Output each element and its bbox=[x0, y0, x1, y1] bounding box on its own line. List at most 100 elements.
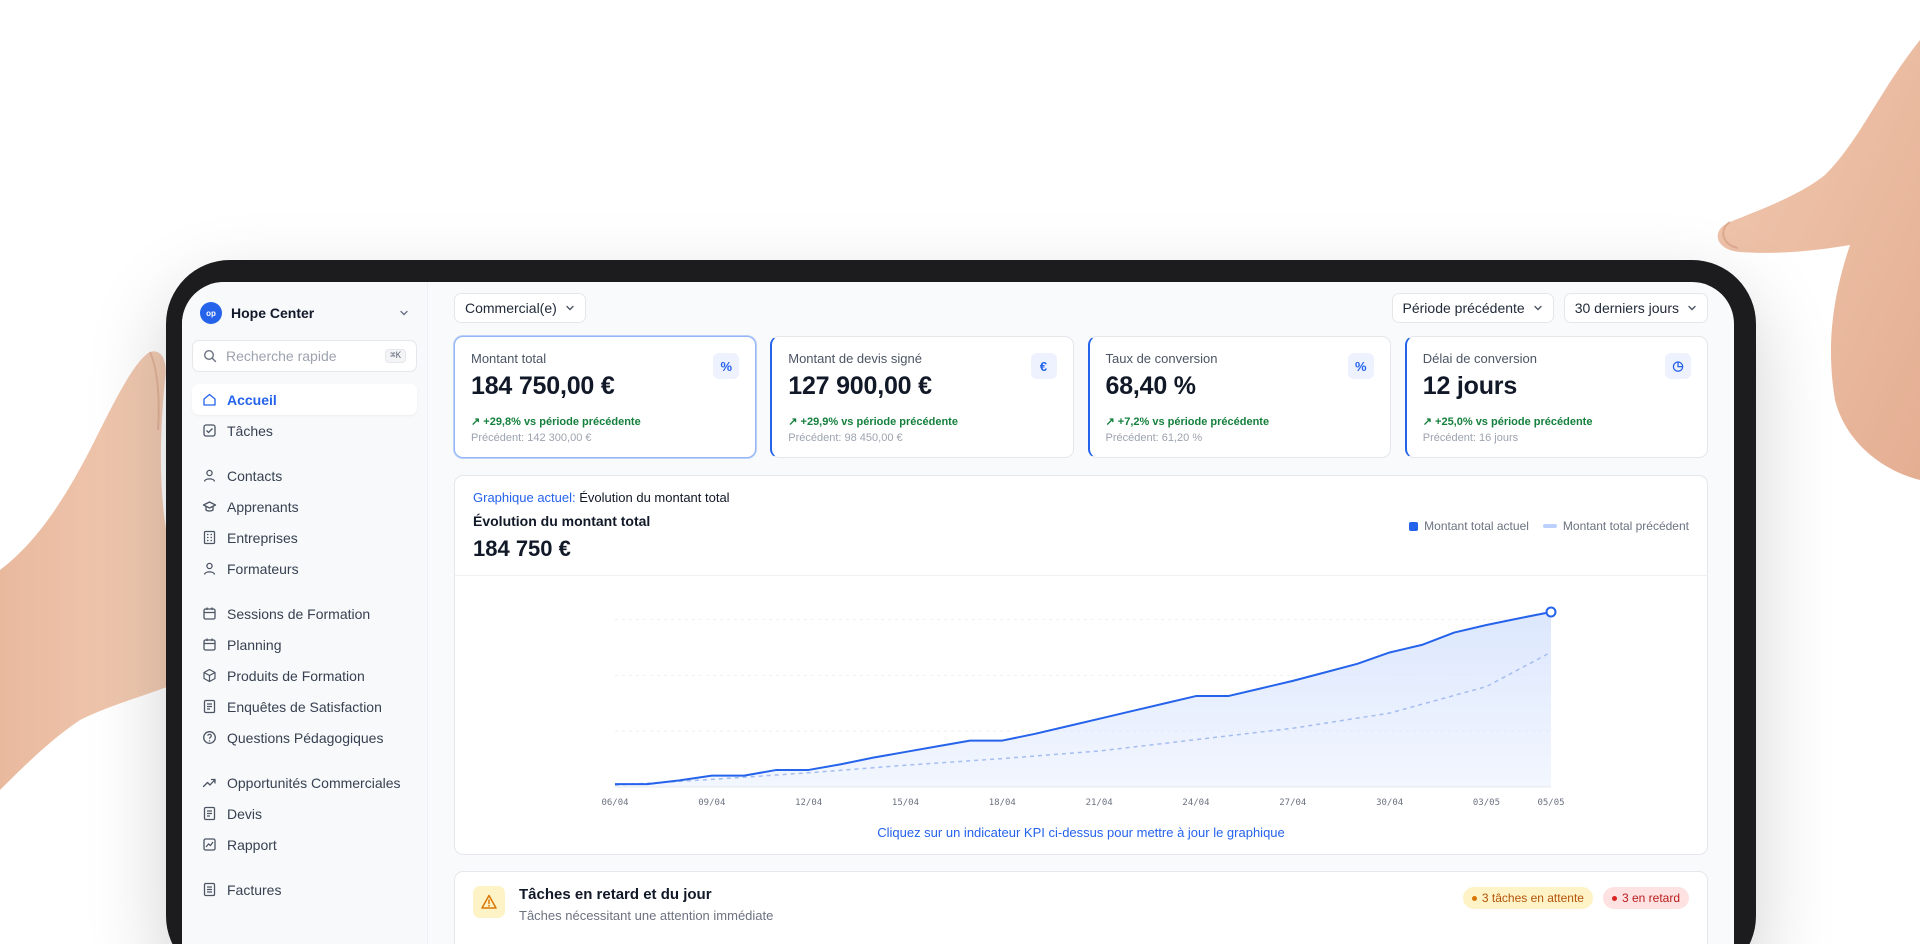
kpi-card[interactable]: Délai de conversion 12 jours ↗ +25,0% vs p… bbox=[1404, 336, 1708, 458]
document-icon bbox=[203, 806, 216, 821]
sidebar-item-label: Factures bbox=[227, 881, 282, 898]
date-range-dropdown[interactable]: 30 derniers jours bbox=[1563, 293, 1708, 323]
legend-label-current: Montant total actuel bbox=[1424, 519, 1529, 533]
sidebar-item-taches[interactable]: Tâches bbox=[192, 415, 417, 446]
compare-period-label: Période précédente bbox=[1402, 300, 1525, 316]
invoice-icon bbox=[203, 882, 216, 897]
sidebar-item-contacts[interactable]: Contacts bbox=[192, 460, 417, 491]
kpi-delta: ↗ +29,8% vs période précédente bbox=[471, 416, 641, 428]
kpi-previous: Précédent: 142 300,00 € bbox=[471, 432, 592, 444]
sidebar-item-opportunites-commerciales[interactable]: Opportunités Commerciales bbox=[192, 767, 417, 798]
x-tick-label: 30/04 bbox=[1376, 798, 1403, 808]
sidebar-item-entreprises[interactable]: Entreprises bbox=[192, 522, 417, 553]
sidebar-item-label: Tâches bbox=[227, 422, 273, 439]
kpi-value: 68,40 % bbox=[1105, 372, 1197, 400]
clock-icon: ◷ bbox=[1665, 353, 1691, 379]
sidebar-item-formateurs[interactable]: Formateurs bbox=[192, 553, 417, 584]
search-shortcut: ⌘K bbox=[385, 349, 406, 363]
sidebar-item-label: Devis bbox=[227, 805, 263, 822]
chart-hint[interactable]: Cliquez sur un indicateur KPI ci-dessus … bbox=[455, 825, 1707, 840]
main-content: Commercial(e) Période précédente 30 dern… bbox=[428, 282, 1734, 944]
line-chart-icon bbox=[203, 838, 216, 851]
app-screen: op Hope Center Recherche rapide ⌘K Accue… bbox=[182, 282, 1734, 944]
kpi-value: 127 900,00 € bbox=[788, 372, 932, 400]
org-name: Hope Center bbox=[231, 305, 315, 321]
sidebar-item-planning[interactable]: Planning bbox=[192, 629, 417, 660]
chevron-down-icon bbox=[1534, 305, 1542, 311]
x-tick-label: 21/04 bbox=[1086, 798, 1113, 808]
kpi-row: Montant total 184 750,00 € ↗ +29,8% vs pér… bbox=[454, 336, 1708, 458]
kpi-previous: Précédent: 16 jours bbox=[1422, 432, 1519, 444]
sidebar-item-questions-pedagogiques[interactable]: Questions Pédagogiques bbox=[192, 722, 417, 753]
sidebar-item-factures[interactable]: Factures bbox=[192, 874, 417, 905]
search-input[interactable]: Recherche rapide bbox=[226, 348, 385, 364]
graduation-cap-icon bbox=[202, 501, 217, 512]
user-icon bbox=[203, 469, 216, 482]
sidebar-item-label: Sessions de Formation bbox=[227, 605, 371, 622]
commercial-filter-dropdown[interactable]: Commercial(e) bbox=[454, 293, 586, 323]
sidebar-nav: Accueil Tâches Contacts Apprenants Entrepris… bbox=[192, 384, 417, 905]
x-tick-label: 18/04 bbox=[989, 798, 1016, 808]
kpi-card[interactable]: Montant total 184 750,00 € ↗ +29,8% vs pér… bbox=[454, 336, 757, 458]
current-chart-line: Graphique actuel: Évolution du montant t… bbox=[473, 490, 1689, 505]
chart-card: Graphique actuel: Évolution du montant t… bbox=[454, 475, 1708, 855]
checkbox-icon bbox=[203, 424, 216, 437]
sidebar-item-accueil[interactable]: Accueil bbox=[192, 384, 417, 415]
legend-swatch-current bbox=[1409, 521, 1419, 531]
kpi-card[interactable]: Montant de devis signé 127 900,00 € ↗ +29,… bbox=[770, 336, 1074, 458]
nav-group: Sessions de Formation Planning Produits de… bbox=[192, 598, 417, 753]
nav-group: Factures bbox=[192, 874, 417, 905]
kpi-delta: ↗ +25,0% vs période précédente bbox=[1422, 416, 1593, 428]
sidebar-item-label: Accueil bbox=[227, 391, 277, 408]
sidebar-item-label: Contacts bbox=[227, 467, 283, 484]
sidebar-item-label: Produits de Formation bbox=[227, 667, 365, 684]
org-switcher[interactable]: op Hope Center bbox=[192, 298, 417, 328]
sidebar-item-label: Planning bbox=[227, 636, 282, 653]
sidebar-item-label: Entreprises bbox=[227, 529, 298, 546]
kpi-card[interactable]: Taux de conversion 68,40 % ↗ +7,2% vs péri… bbox=[1087, 336, 1391, 458]
stage: op Hope Center Recherche rapide ⌘K Accue… bbox=[0, 0, 1920, 944]
kpi-value: 12 jours bbox=[1422, 372, 1518, 400]
box-icon bbox=[203, 668, 216, 683]
sidebar-item-rapport[interactable]: Rapport bbox=[192, 829, 417, 860]
overdue-tasks-badge[interactable]: 3 en retard bbox=[1602, 887, 1689, 909]
tasks-subtitle: Tâches nécessitant une attention immédia… bbox=[519, 908, 774, 923]
overdue-dot bbox=[1611, 895, 1617, 901]
calendar-icon bbox=[203, 607, 216, 620]
sidebar-item-devis[interactable]: Devis bbox=[192, 798, 417, 829]
document-icon bbox=[203, 699, 216, 714]
kpi-label: Montant de devis signé bbox=[788, 351, 922, 366]
x-tick-label: 24/04 bbox=[1182, 798, 1209, 808]
pending-tasks-badge[interactable]: 3 tâches en attente bbox=[1462, 887, 1593, 909]
percent-icon: % bbox=[1347, 353, 1374, 379]
tasks-card: Tâches en retard et du jour Tâches néces… bbox=[454, 871, 1708, 944]
trending-up-icon bbox=[202, 778, 216, 788]
sidebar: op Hope Center Recherche rapide ⌘K Accue… bbox=[182, 282, 428, 944]
user-icon bbox=[203, 562, 216, 575]
sidebar-item-label: Questions Pédagogiques bbox=[227, 729, 384, 746]
home-icon bbox=[203, 393, 216, 406]
line-chart: 06/04 09/04 12/04 15/04 18/04 21/04 24/04 27/04… bbox=[601, 606, 1565, 808]
sidebar-item-produits-de-formation[interactable]: Produits de Formation bbox=[192, 660, 417, 691]
chevron-down-icon bbox=[566, 305, 574, 311]
kpi-previous: Précédent: 98 450,00 € bbox=[788, 432, 903, 444]
search-box[interactable]: Recherche rapide ⌘K bbox=[192, 340, 417, 372]
sidebar-item-sessions-de-formation[interactable]: Sessions de Formation bbox=[192, 598, 417, 629]
last-data-point bbox=[1545, 606, 1557, 618]
tasks-badges: 3 tâches en attente 3 en retard bbox=[1462, 887, 1689, 909]
current-chart-label: Graphique actuel: bbox=[473, 490, 576, 505]
search-icon bbox=[203, 349, 217, 363]
legend-swatch-previous bbox=[1542, 524, 1557, 528]
overdue-badge-label: 3 en retard bbox=[1621, 891, 1680, 905]
nav-group: Contacts Apprenants Entreprises Formateurs bbox=[192, 460, 417, 584]
x-tick-label: 05/05 bbox=[1537, 798, 1564, 808]
x-tick-label: 12/04 bbox=[795, 798, 822, 808]
sidebar-item-enquetes-de-satisfaction[interactable]: Enquêtes de Satisfaction bbox=[192, 691, 417, 722]
kpi-delta: ↗ +29,9% vs période précédente bbox=[788, 416, 958, 428]
kpi-label: Taux de conversion bbox=[1105, 351, 1218, 366]
compare-period-dropdown[interactable]: Période précédente bbox=[1391, 293, 1554, 323]
x-tick-label: 15/04 bbox=[892, 798, 919, 808]
nav-group: Accueil Tâches bbox=[192, 384, 417, 446]
sidebar-item-apprenants[interactable]: Apprenants bbox=[192, 491, 417, 522]
kpi-label: Montant total bbox=[471, 351, 547, 366]
